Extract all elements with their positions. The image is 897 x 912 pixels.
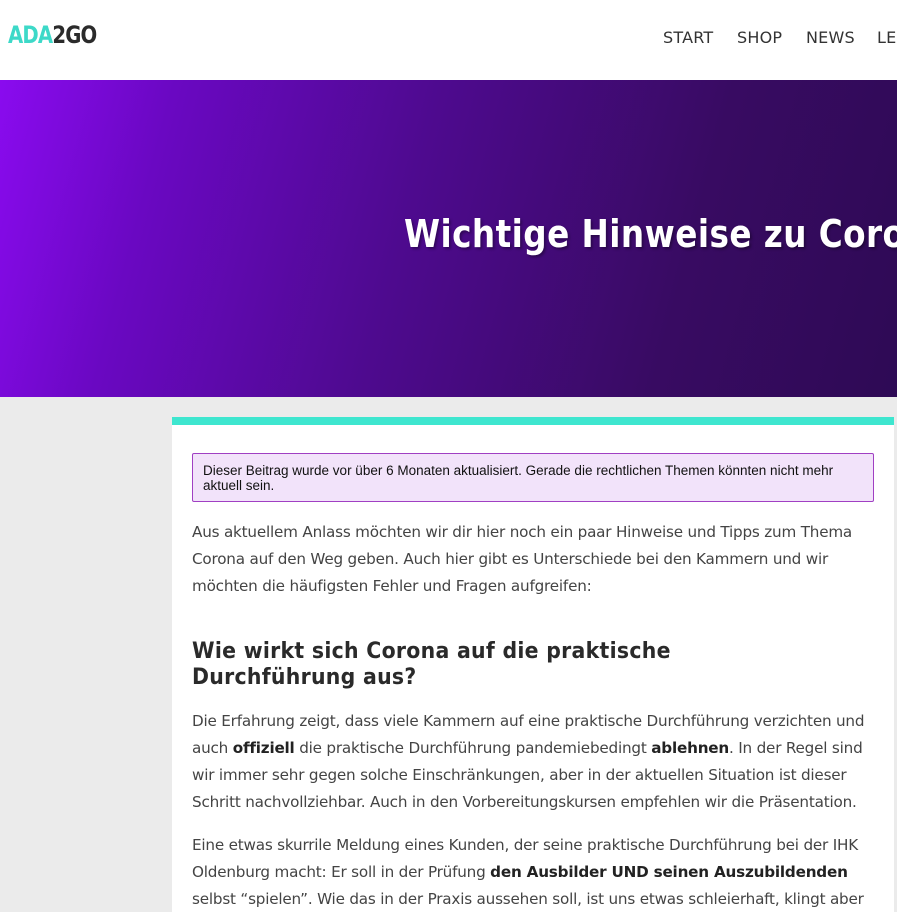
text-span: die praktische Durchführung pandemiebedi… xyxy=(294,739,652,757)
nav-item-lexikon[interactable]: LEXIKON xyxy=(877,27,897,49)
bold-ausbilder: den Ausbilder UND seinen Auszubildenden xyxy=(490,863,848,881)
nav-item-shop[interactable]: SHOP xyxy=(737,27,782,49)
intro-paragraph: Aus aktuellem Anlass möchten wir dir hie… xyxy=(192,523,853,595)
main-nav: START SHOP NEWS LEXIKON xyxy=(0,27,897,51)
paragraph-oldenburg: Eine etwas skurrile Meldung eines Kunden… xyxy=(192,832,874,912)
text-span: selbst “spielen”. Wie das in der Praxis … xyxy=(192,890,864,908)
hero-banner: Wichtige Hinweise zu Corona xyxy=(0,80,897,397)
nav-item-news[interactable]: NEWS xyxy=(806,27,855,49)
nav-item-start[interactable]: START xyxy=(663,27,713,49)
article-content: Dieser Beitrag wurde vor über 6 Monaten … xyxy=(172,417,894,912)
bold-offiziell: offiziell xyxy=(232,739,295,757)
page-title: Wichtige Hinweise zu Corona xyxy=(404,212,897,256)
paragraph-practical: Die Erfahrung zeigt, dass viele Kammern … xyxy=(192,708,874,816)
site-header: ADA2GO START SHOP NEWS LEXIKON xyxy=(0,0,897,80)
outdated-notice: Dieser Beitrag wurde vor über 6 Monaten … xyxy=(192,453,874,502)
bold-ablehnen: ablehnen xyxy=(651,739,730,757)
section-heading: Wie wirkt sich Corona auf die praktische… xyxy=(192,639,671,690)
